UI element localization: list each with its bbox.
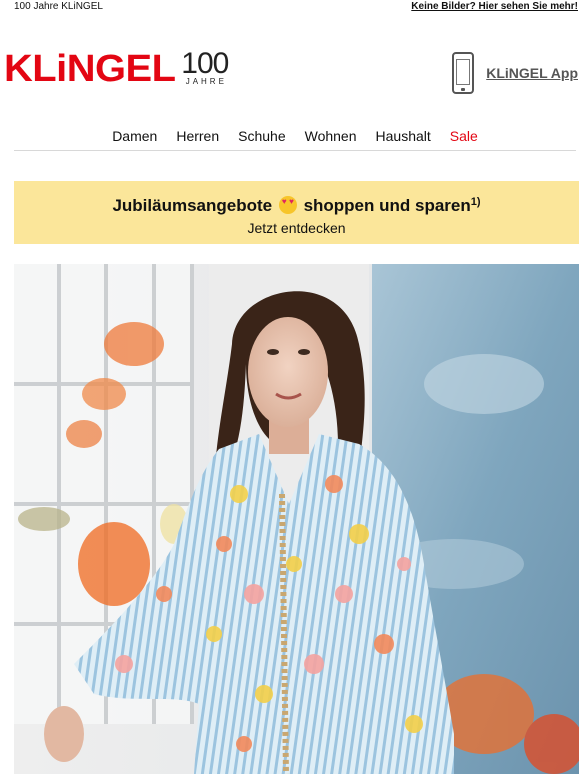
face	[248, 317, 328, 427]
app-link[interactable]: KLiNGEL App	[452, 52, 578, 94]
phone-icon	[452, 52, 475, 94]
klingel-logo[interactable]: KLiNGEL 100 JAHRE	[4, 47, 229, 90]
nav-item-sale[interactable]: Sale	[450, 127, 478, 150]
nav-item-schuhe[interactable]: Schuhe	[238, 127, 285, 150]
anniversary-badge: 100 JAHRE	[181, 47, 229, 87]
promo-footnote: 1)	[470, 196, 481, 208]
main-navigation: Damen Herren Schuhe Wohnen Haushalt Sale	[14, 127, 576, 151]
logo-wordmark: KLiNGEL	[4, 48, 176, 90]
header: KLiNGEL 100 JAHRE KLiNGEL App	[0, 40, 580, 100]
promo-title: Jubiläumsangebote shoppen und sparen1)	[14, 191, 579, 217]
hand	[44, 706, 84, 762]
promo-banner[interactable]: Jubiläumsangebote shoppen und sparen1) J…	[14, 181, 579, 244]
promo-title-start: Jubiläumsangebote	[112, 196, 273, 215]
nav-item-damen[interactable]: Damen	[112, 127, 157, 150]
preheader: 100 Jahre KLiNGEL Keine Bilder? Hier seh…	[0, 0, 580, 16]
promo-title-end: shoppen und sparen	[303, 196, 471, 215]
nav-item-wohnen[interactable]: Wohnen	[305, 127, 357, 150]
anniversary-label: JAHRE	[185, 77, 227, 86]
hero-photo-illustration	[14, 264, 579, 774]
hero-image[interactable]	[14, 264, 579, 774]
heart-eyes-emoji-icon	[278, 196, 297, 214]
app-link-label[interactable]: KLiNGEL App	[486, 65, 578, 81]
preheader-text: 100 Jahre KLiNGEL	[14, 1, 103, 12]
promo-cta[interactable]: Jetzt entdecken	[14, 220, 579, 236]
nav-item-haushalt[interactable]: Haushalt	[376, 127, 431, 150]
anniversary-number: 100	[181, 47, 229, 80]
nav-item-herren[interactable]: Herren	[176, 127, 219, 150]
view-online-link[interactable]: Keine Bilder? Hier sehen Sie mehr!	[411, 1, 578, 12]
